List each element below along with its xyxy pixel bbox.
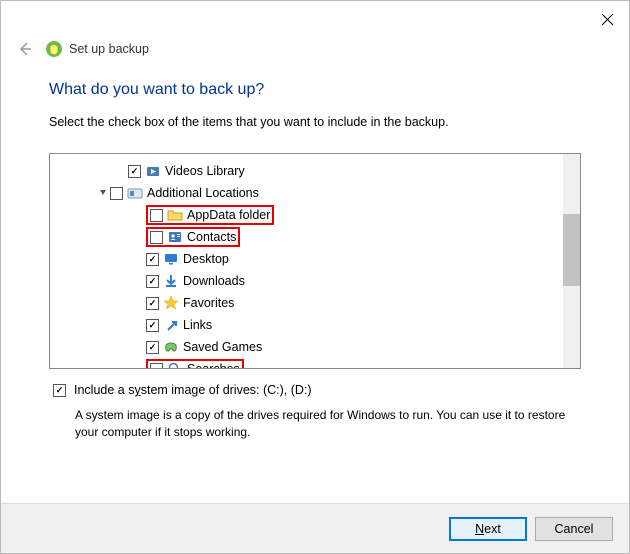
button-bar: Next Cancel <box>1 503 629 553</box>
tree-item-label: Saved Games <box>183 340 262 354</box>
tree-row[interactable]: Searches <box>54 358 580 369</box>
tree-item-label: Additional Locations <box>147 186 259 200</box>
tree-item-label: AppData folder <box>187 208 270 222</box>
highlight-annotation: Contacts <box>146 227 240 247</box>
system-image-checkbox[interactable] <box>53 384 66 397</box>
tree-row[interactable]: Videos Library <box>54 160 580 182</box>
checkbox[interactable] <box>146 319 159 332</box>
favorites-icon <box>163 295 179 311</box>
tree-row[interactable]: Links <box>54 314 580 336</box>
tree-row[interactable]: Downloads <box>54 270 580 292</box>
cancel-button[interactable]: Cancel <box>535 517 613 541</box>
tree-item-label: Downloads <box>183 274 245 288</box>
close-button[interactable] <box>585 4 629 34</box>
tree-item-label: Contacts <box>187 230 236 244</box>
back-button[interactable] <box>13 37 37 61</box>
scrollbar-track[interactable] <box>563 154 580 368</box>
checkbox[interactable] <box>150 231 163 244</box>
videos-icon <box>145 163 161 179</box>
downloads-icon <box>163 273 179 289</box>
checkbox[interactable] <box>128 165 141 178</box>
tree-row[interactable]: Contacts <box>54 226 580 248</box>
chevron-down-icon[interactable] <box>96 187 110 200</box>
window-title: Set up backup <box>69 42 149 56</box>
checkbox[interactable] <box>146 297 159 310</box>
searches-icon <box>167 361 183 369</box>
tree-row[interactable]: AppData folder <box>54 204 580 226</box>
system-image-description: A system image is a copy of the drives r… <box>75 407 581 441</box>
tree-row[interactable]: Desktop <box>54 248 580 270</box>
highlight-annotation: AppData folder <box>146 205 274 225</box>
checkbox[interactable] <box>110 187 123 200</box>
savedgames-icon <box>163 339 179 355</box>
checkbox[interactable] <box>146 275 159 288</box>
page-heading: What do you want to back up? <box>49 81 581 99</box>
next-button[interactable]: Next <box>449 517 527 541</box>
tree-row[interactable]: Additional Locations <box>54 182 580 204</box>
contacts-icon <box>167 229 183 245</box>
checkbox[interactable] <box>146 341 159 354</box>
tree-item-label: Videos Library <box>165 164 245 178</box>
backup-items-tree[interactable]: Videos Library Additional Locations AppDat… <box>49 153 581 369</box>
highlight-annotation: Searches <box>146 359 244 369</box>
page-instructions: Select the check box of the items that y… <box>49 115 581 129</box>
backup-shield-icon <box>45 40 63 58</box>
checkbox[interactable] <box>150 363 163 370</box>
desktop-icon <box>163 251 179 267</box>
locations-icon <box>127 185 143 201</box>
tree-row[interactable]: Saved Games <box>54 336 580 358</box>
checkbox[interactable] <box>146 253 159 266</box>
checkbox[interactable] <box>150 209 163 222</box>
tree-item-label: Favorites <box>183 296 234 310</box>
tree-item-label: Desktop <box>183 252 229 266</box>
system-image-label: Include a system image of drives: (C:), … <box>74 383 312 397</box>
scrollbar-thumb[interactable] <box>563 214 580 286</box>
tree-row[interactable]: Favorites <box>54 292 580 314</box>
links-icon <box>163 317 179 333</box>
tree-item-label: Searches <box>187 362 240 369</box>
folder-icon <box>167 207 183 223</box>
tree-item-label: Links <box>183 318 212 332</box>
